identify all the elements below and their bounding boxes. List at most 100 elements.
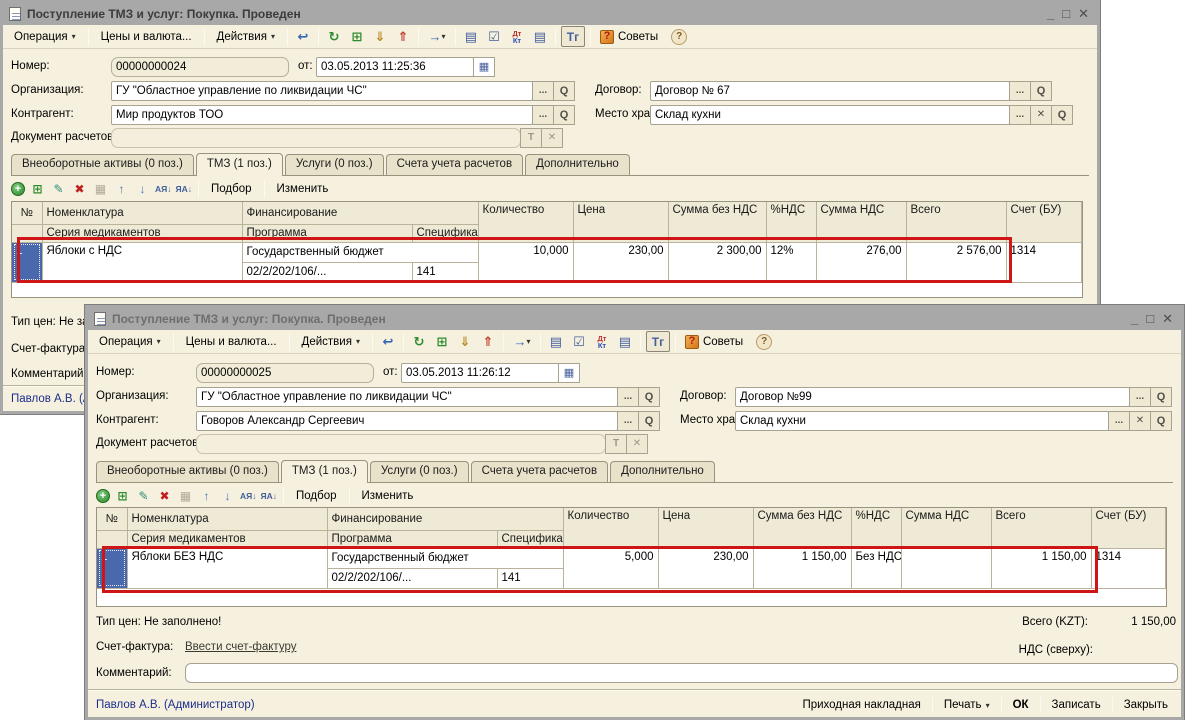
contractor-field[interactable] <box>196 411 618 431</box>
contract-open-icon[interactable]: Q <box>1150 387 1172 407</box>
delete-row-icon[interactable]: ✖ <box>156 488 173 505</box>
minimize-icon[interactable]: _ <box>1047 8 1054 20</box>
tab-noncurrent-assets[interactable]: Внеоборотные активы (0 поз.) <box>11 154 194 175</box>
total-cell[interactable]: 1 150,00 <box>991 548 1091 588</box>
tg-format-button[interactable]: Тг <box>646 331 670 352</box>
date-field[interactable] <box>316 57 474 77</box>
warehouse-field[interactable] <box>735 411 1109 431</box>
contractor-open-icon[interactable]: Q <box>638 411 660 431</box>
warehouse-open-icon[interactable]: Q <box>1150 411 1172 431</box>
pick-button[interactable]: Подбор <box>290 488 343 504</box>
account-cell[interactable]: 1314 <box>1091 548 1166 588</box>
financing-cell[interactable]: Государственный бюджет <box>242 242 478 262</box>
help-icon[interactable]: ? <box>671 29 687 45</box>
warehouse-ellipsis-button[interactable]: ... <box>1108 411 1130 431</box>
warehouse-clear-icon[interactable]: ✕ <box>1129 411 1151 431</box>
actions-menu-button[interactable]: Действия▾ <box>210 28 282 46</box>
print-button[interactable]: Печать▾ <box>939 697 995 713</box>
warehouse-clear-icon[interactable]: ✕ <box>1030 105 1052 125</box>
dt-kt-icon[interactable]: ДтКт <box>507 30 527 44</box>
structure-icon[interactable]: ▤ <box>461 27 481 47</box>
calendar-icon[interactable]: ▦ <box>558 363 580 383</box>
move-down-icon[interactable]: ↓ <box>219 488 236 505</box>
organization-open-icon[interactable]: Q <box>553 81 575 101</box>
unpost-document-icon[interactable]: ⇑ <box>478 332 498 352</box>
reread-icon[interactable]: ↩ <box>293 27 313 47</box>
vat-pct-cell[interactable]: Без НДС <box>851 548 901 588</box>
contractor-open-icon[interactable]: Q <box>553 105 575 125</box>
move-up-icon[interactable]: ↑ <box>198 488 215 505</box>
document-movements-icon[interactable]: ☑ <box>569 332 589 352</box>
settlement-type-icon[interactable]: T <box>520 128 542 148</box>
sort-asc-icon[interactable]: АЯ↓ <box>240 488 257 505</box>
organization-open-icon[interactable]: Q <box>638 387 660 407</box>
journal-icon[interactable]: ▤ <box>530 27 550 47</box>
edit-row-icon[interactable]: ✎ <box>135 488 152 505</box>
prices-currency-button[interactable]: Цены и валюта... <box>179 333 284 351</box>
maximize-icon[interactable]: □ <box>1146 313 1154 325</box>
vat-sum-cell[interactable] <box>901 548 991 588</box>
advice-button[interactable]: ?Советы <box>596 30 662 44</box>
sort-desc-icon[interactable]: ЯА↓ <box>261 488 278 505</box>
settlement-clear-icon[interactable]: ✕ <box>626 434 648 454</box>
enter-invoice-link[interactable]: Ввести счет-фактуру <box>185 641 296 653</box>
nomenclature-cell[interactable]: Яблоки с НДС <box>42 242 242 282</box>
contract-open-icon[interactable]: Q <box>1030 81 1052 101</box>
dt-kt-icon[interactable]: ДтКт <box>592 335 612 349</box>
number-field[interactable] <box>111 57 289 77</box>
organization-field[interactable] <box>196 387 618 407</box>
organization-ellipsis-button[interactable]: ... <box>532 81 554 101</box>
change-button[interactable]: Изменить <box>356 488 420 504</box>
tab-tmz[interactable]: ТМЗ (1 поз.) <box>196 153 283 176</box>
price-cell[interactable]: 230,00 <box>573 242 668 282</box>
contract-field[interactable] <box>735 387 1130 407</box>
contractor-ellipsis-button[interactable]: ... <box>617 411 639 431</box>
sum-no-vat-cell[interactable]: 1 150,00 <box>753 548 851 588</box>
pick-button[interactable]: Подбор <box>205 181 258 197</box>
warehouse-open-icon[interactable]: Q <box>1051 105 1073 125</box>
structure-icon[interactable]: ▤ <box>546 332 566 352</box>
refresh-icon[interactable]: ↻ <box>324 27 344 47</box>
vat-pct-cell[interactable]: 12% <box>766 242 816 282</box>
operation-menu-button[interactable]: Операция▾ <box>7 28 83 46</box>
delete-row-icon[interactable]: ✖ <box>71 181 88 198</box>
warehouse-field[interactable] <box>650 105 1010 125</box>
specifics-cell[interactable]: 141 <box>497 568 563 588</box>
tab-tmz[interactable]: ТМЗ (1 поз.) <box>281 460 368 483</box>
move-down-icon[interactable]: ↓ <box>134 181 151 198</box>
quantity-cell[interactable]: 10,000 <box>478 242 573 282</box>
sum-no-vat-cell[interactable]: 2 300,00 <box>668 242 766 282</box>
account-cell[interactable]: 1314 <box>1006 242 1082 282</box>
row-number-cell[interactable]: 1 <box>12 242 42 282</box>
program-cell[interactable]: 02/2/202/106/... <box>327 568 497 588</box>
save-button[interactable]: Записать <box>1047 697 1106 713</box>
contractor-field[interactable] <box>111 105 533 125</box>
comment-field[interactable] <box>185 663 1178 683</box>
settlement-type-icon[interactable]: T <box>605 434 627 454</box>
minimize-icon[interactable]: _ <box>1131 313 1138 325</box>
titlebar[interactable]: Поступление ТМЗ и услуг: Покупка. Провед… <box>3 3 1097 25</box>
reread-icon[interactable]: ↩ <box>378 332 398 352</box>
organization-field[interactable] <box>111 81 533 101</box>
price-cell[interactable]: 230,00 <box>658 548 753 588</box>
date-field[interactable] <box>401 363 559 383</box>
titlebar[interactable]: Поступление ТМЗ и услуг: Покупка. Провед… <box>88 308 1181 330</box>
program-cell[interactable]: 02/2/202/106/... <box>242 262 412 282</box>
goto-icon[interactable]: →▾ <box>509 332 535 352</box>
edit-row-icon[interactable]: ✎ <box>50 181 67 198</box>
prices-currency-button[interactable]: Цены и валюта... <box>94 28 199 46</box>
copy-row-icon[interactable]: ⊞ <box>29 181 46 198</box>
contract-field[interactable] <box>650 81 1010 101</box>
user-status-link[interactable]: Павлов А.В. (Администратор) <box>96 699 255 711</box>
unpost-document-icon[interactable]: ⇑ <box>393 27 413 47</box>
warehouse-ellipsis-button[interactable]: ... <box>1009 105 1031 125</box>
copy-row-icon[interactable]: ⊞ <box>114 488 131 505</box>
document-movements-icon[interactable]: ☑ <box>484 27 504 47</box>
post-document-icon[interactable]: ⇓ <box>455 332 475 352</box>
tab-services[interactable]: Услуги (0 поз.) <box>285 154 384 175</box>
number-field[interactable] <box>196 363 374 383</box>
sort-desc-icon[interactable]: ЯА↓ <box>176 181 193 198</box>
change-button[interactable]: Изменить <box>271 181 335 197</box>
tab-additional[interactable]: Дополнительно <box>610 461 715 482</box>
tab-settlement-accounts[interactable]: Счета учета расчетов <box>471 461 608 482</box>
